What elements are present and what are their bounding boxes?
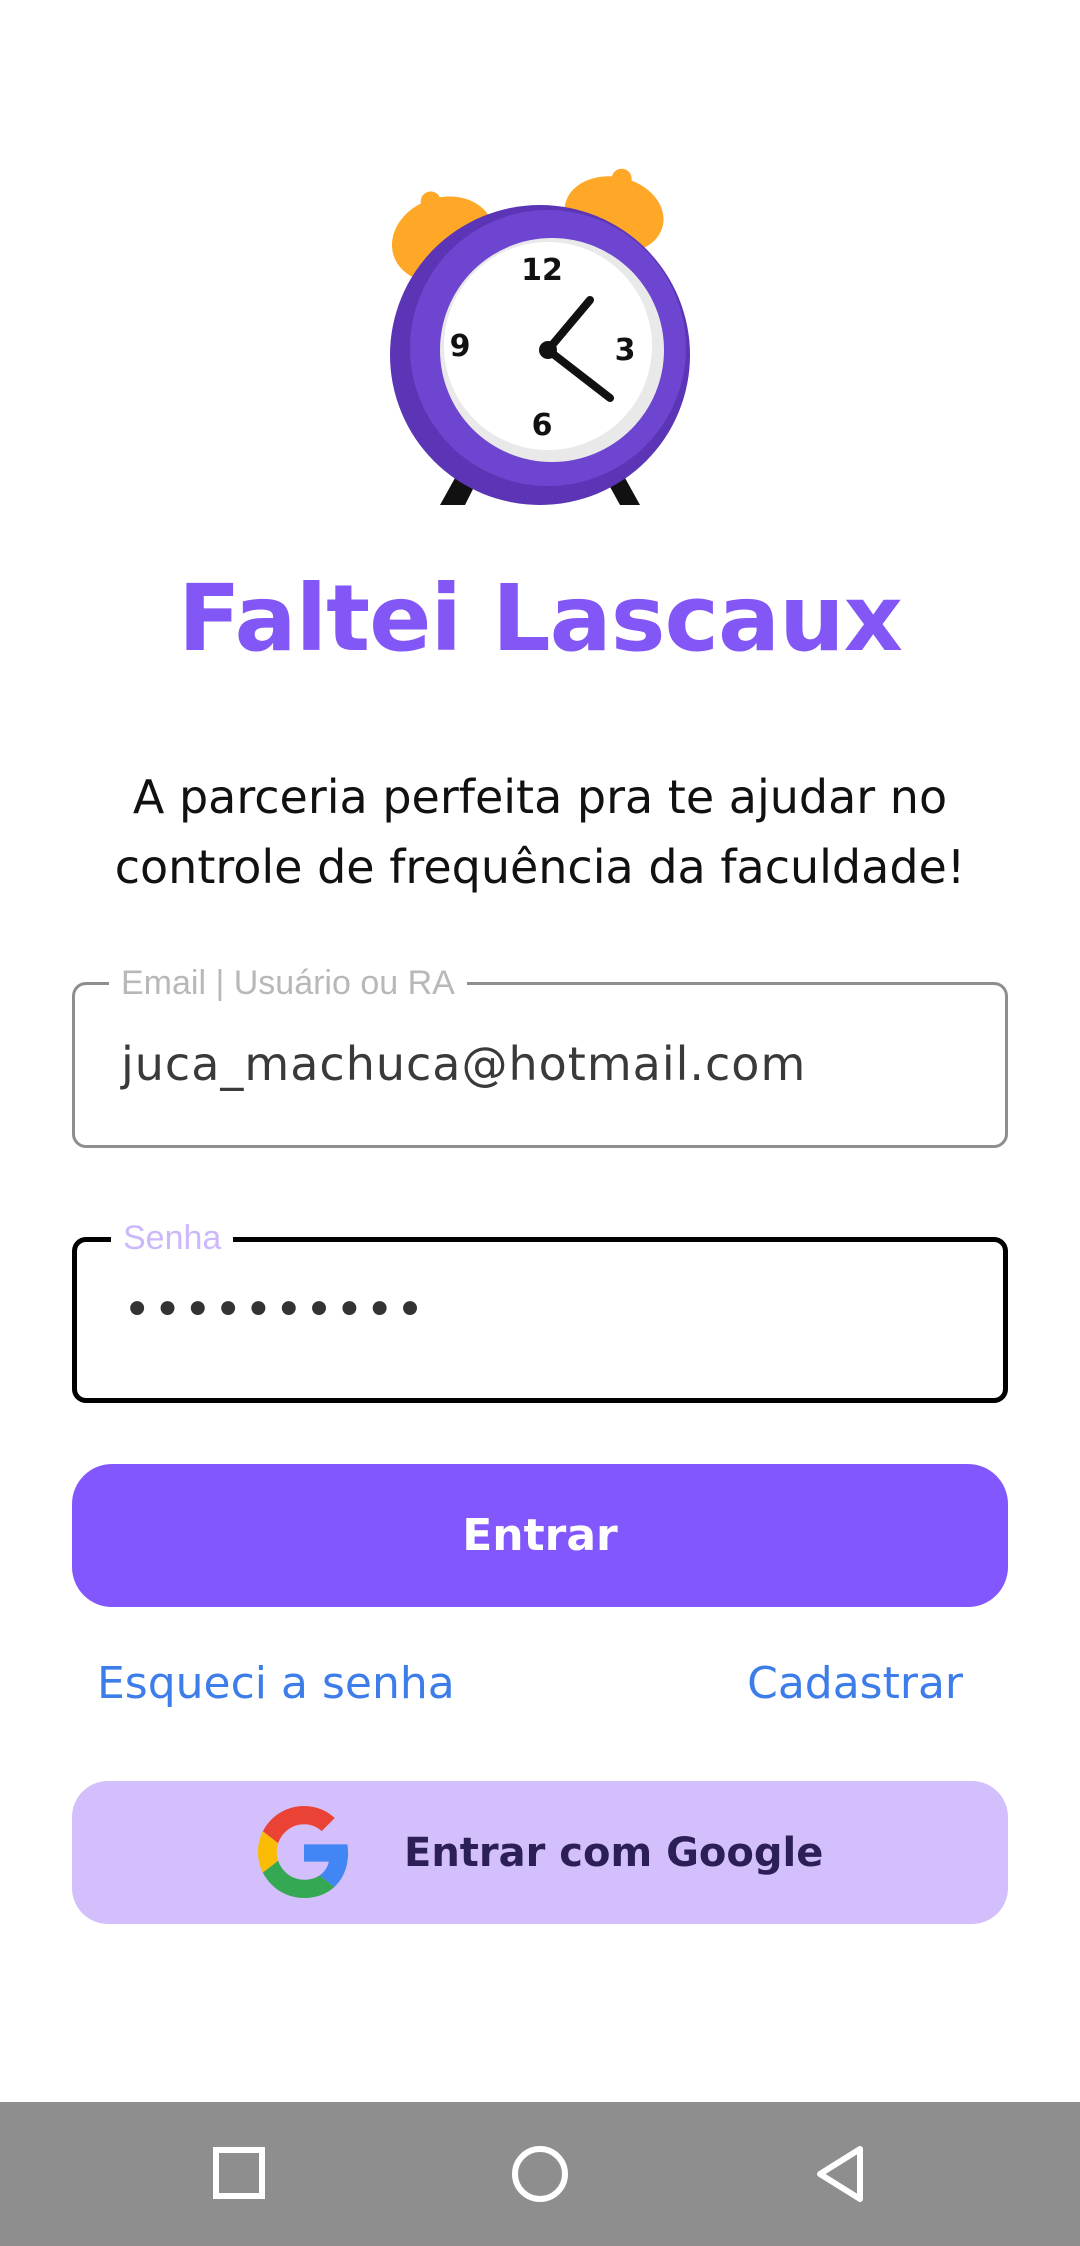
login-button[interactable]: Entrar (72, 1464, 1008, 1607)
google-login-label: Entrar com Google (404, 1829, 824, 1876)
circle-icon (512, 2146, 568, 2202)
tagline-line-1: A parceria perfeita pra te ajudar no (132, 770, 948, 824)
email-field[interactable]: Email | Usuário ou RA juca_machuca@hotma… (72, 963, 1008, 1148)
email-field-value[interactable]: juca_machuca@hotmail.com (121, 1037, 806, 1091)
home-button[interactable] (468, 2102, 612, 2246)
password-field-value[interactable]: •••••••••• (123, 1282, 426, 1338)
tagline-line-2: controle de frequência da faculdade! (114, 840, 966, 894)
svg-text:3: 3 (615, 333, 636, 368)
tagline: A parceria perfeita pra te ajudar no con… (60, 762, 1020, 902)
login-screen: 12 3 6 9 Faltei Lascaux A parceria perfe… (0, 0, 1080, 2246)
email-field-label: Email | Usuário ou RA (109, 963, 467, 1003)
back-button[interactable] (768, 2102, 912, 2246)
svg-text:12: 12 (521, 253, 563, 288)
square-icon (213, 2147, 265, 2199)
triangle-back-icon (817, 2146, 863, 2202)
recents-button[interactable] (168, 2102, 312, 2246)
alarm-clock-icon: 12 3 6 9 (390, 168, 690, 505)
app-title: Faltei Lascaux (178, 565, 903, 672)
google-icon (258, 1806, 349, 1898)
system-navigation-bar (0, 2102, 1080, 2246)
google-login-button[interactable]: Entrar com Google (72, 1781, 1008, 1924)
password-field[interactable]: Senha •••••••••• (72, 1218, 1008, 1403)
svg-text:6: 6 (532, 408, 553, 443)
svg-text:9: 9 (450, 329, 471, 364)
password-field-label: Senha (111, 1218, 234, 1258)
forgot-password-link[interactable]: Esqueci a senha (97, 1658, 455, 1709)
signup-link[interactable]: Cadastrar (747, 1658, 963, 1709)
